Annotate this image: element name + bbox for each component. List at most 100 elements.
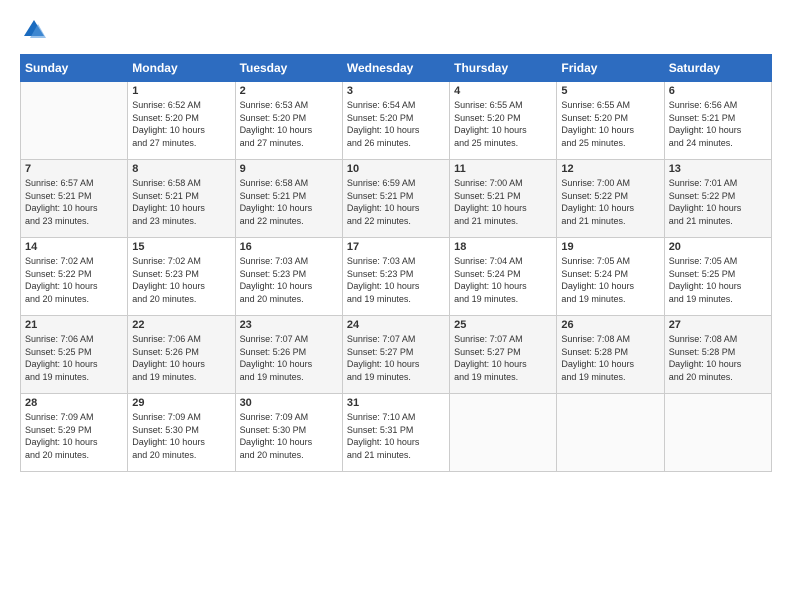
calendar-cell (450, 394, 557, 472)
header-wednesday: Wednesday (342, 55, 449, 82)
day-number: 8 (132, 163, 230, 175)
calendar-cell: 3 Sunrise: 6:54 AM Sunset: 5:20 PM Daylig… (342, 82, 449, 160)
day-number: 2 (240, 85, 338, 97)
header-friday: Friday (557, 55, 664, 82)
page: SundayMondayTuesdayWednesdayThursdayFrid… (0, 0, 792, 612)
calendar-cell: 16 Sunrise: 7:03 AM Sunset: 5:23 PM Dayli… (235, 238, 342, 316)
day-number: 29 (132, 397, 230, 409)
day-info: Sunrise: 6:58 AM Sunset: 5:21 PM Dayligh… (132, 177, 230, 227)
calendar-cell: 11 Sunrise: 7:00 AM Sunset: 5:21 PM Dayli… (450, 160, 557, 238)
day-info: Sunrise: 7:07 AM Sunset: 5:27 PM Dayligh… (454, 333, 552, 383)
day-number: 1 (132, 85, 230, 97)
day-number: 15 (132, 241, 230, 253)
day-number: 23 (240, 319, 338, 331)
header-tuesday: Tuesday (235, 55, 342, 82)
day-info: Sunrise: 7:07 AM Sunset: 5:26 PM Dayligh… (240, 333, 338, 383)
day-number: 7 (25, 163, 123, 175)
calendar-cell (21, 82, 128, 160)
day-info: Sunrise: 7:04 AM Sunset: 5:24 PM Dayligh… (454, 255, 552, 305)
calendar-cell: 6 Sunrise: 6:56 AM Sunset: 5:21 PM Daylig… (664, 82, 771, 160)
calendar-cell: 1 Sunrise: 6:52 AM Sunset: 5:20 PM Daylig… (128, 82, 235, 160)
header-thursday: Thursday (450, 55, 557, 82)
calendar-cell: 8 Sunrise: 6:58 AM Sunset: 5:21 PM Daylig… (128, 160, 235, 238)
day-info: Sunrise: 6:59 AM Sunset: 5:21 PM Dayligh… (347, 177, 445, 227)
calendar-cell: 5Sunrise: 6:55 AM Sunset: 5:20 PM Daylig… (557, 82, 664, 160)
calendar-cell: 22 Sunrise: 7:06 AM Sunset: 5:26 PM Dayli… (128, 316, 235, 394)
calendar-cell: 7Sunrise: 6:57 AM Sunset: 5:21 PM Daylig… (21, 160, 128, 238)
calendar-cell: 12 Sunrise: 7:00 AM Sunset: 5:22 PM Dayli… (557, 160, 664, 238)
logo-icon (20, 16, 48, 44)
day-info: Sunrise: 7:06 AM Sunset: 5:26 PM Dayligh… (132, 333, 230, 383)
day-info: Sunrise: 7:00 AM Sunset: 5:22 PM Dayligh… (561, 177, 659, 227)
day-info: Sunrise: 7:03 AM Sunset: 5:23 PM Dayligh… (240, 255, 338, 305)
day-info: Sunrise: 7:10 AM Sunset: 5:31 PM Dayligh… (347, 411, 445, 461)
day-info: Sunrise: 7:05 AM Sunset: 5:25 PM Dayligh… (669, 255, 767, 305)
calendar-cell (557, 394, 664, 472)
calendar-cell: 23 Sunrise: 7:07 AM Sunset: 5:26 PM Dayli… (235, 316, 342, 394)
calendar-cell: 25 Sunrise: 7:07 AM Sunset: 5:27 PM Dayli… (450, 316, 557, 394)
day-number: 17 (347, 241, 445, 253)
day-number: 20 (669, 241, 767, 253)
calendar-cell: 14 Sunrise: 7:02 AM Sunset: 5:22 PM Dayli… (21, 238, 128, 316)
calendar-week-3: 14 Sunrise: 7:02 AM Sunset: 5:22 PM Dayli… (21, 238, 772, 316)
calendar-week-4: 21 Sunrise: 7:06 AM Sunset: 5:25 PM Dayli… (21, 316, 772, 394)
calendar-week-2: 7Sunrise: 6:57 AM Sunset: 5:21 PM Daylig… (21, 160, 772, 238)
day-info: Sunrise: 6:55 AM Sunset: 5:20 PM Dayligh… (454, 99, 552, 149)
day-number: 25 (454, 319, 552, 331)
day-info: Sunrise: 6:58 AM Sunset: 5:21 PM Dayligh… (240, 177, 338, 227)
calendar-cell: 9 Sunrise: 6:58 AM Sunset: 5:21 PM Daylig… (235, 160, 342, 238)
day-number: 27 (669, 319, 767, 331)
calendar-cell: 26Sunrise: 7:08 AM Sunset: 5:28 PM Dayli… (557, 316, 664, 394)
day-number: 31 (347, 397, 445, 409)
calendar-week-5: 28Sunrise: 7:09 AM Sunset: 5:29 PM Dayli… (21, 394, 772, 472)
calendar-cell: 27 Sunrise: 7:08 AM Sunset: 5:28 PM Dayli… (664, 316, 771, 394)
day-info: Sunrise: 6:54 AM Sunset: 5:20 PM Dayligh… (347, 99, 445, 149)
day-number: 22 (132, 319, 230, 331)
day-info: Sunrise: 7:08 AM Sunset: 5:28 PM Dayligh… (669, 333, 767, 383)
day-number: 30 (240, 397, 338, 409)
calendar-cell: 31 Sunrise: 7:10 AM Sunset: 5:31 PM Dayli… (342, 394, 449, 472)
header (20, 16, 772, 44)
day-number: 14 (25, 241, 123, 253)
calendar-cell: 17 Sunrise: 7:03 AM Sunset: 5:23 PM Dayli… (342, 238, 449, 316)
day-number: 6 (669, 85, 767, 97)
day-number: 11 (454, 163, 552, 175)
calendar-cell: 2 Sunrise: 6:53 AM Sunset: 5:20 PM Daylig… (235, 82, 342, 160)
calendar-cell: 18Sunrise: 7:04 AM Sunset: 5:24 PM Dayli… (450, 238, 557, 316)
calendar-cell: 28Sunrise: 7:09 AM Sunset: 5:29 PM Dayli… (21, 394, 128, 472)
day-info: Sunrise: 7:09 AM Sunset: 5:30 PM Dayligh… (132, 411, 230, 461)
day-info: Sunrise: 6:56 AM Sunset: 5:21 PM Dayligh… (669, 99, 767, 149)
day-info: Sunrise: 7:06 AM Sunset: 5:25 PM Dayligh… (25, 333, 123, 383)
day-number: 19 (561, 241, 659, 253)
calendar-cell: 13 Sunrise: 7:01 AM Sunset: 5:22 PM Dayli… (664, 160, 771, 238)
calendar-header-row: SundayMondayTuesdayWednesdayThursdayFrid… (21, 55, 772, 82)
calendar-cell: 20 Sunrise: 7:05 AM Sunset: 5:25 PM Dayli… (664, 238, 771, 316)
day-info: Sunrise: 7:03 AM Sunset: 5:23 PM Dayligh… (347, 255, 445, 305)
day-info: Sunrise: 7:09 AM Sunset: 5:30 PM Dayligh… (240, 411, 338, 461)
day-info: Sunrise: 7:00 AM Sunset: 5:21 PM Dayligh… (454, 177, 552, 227)
day-number: 3 (347, 85, 445, 97)
day-info: Sunrise: 6:55 AM Sunset: 5:20 PM Dayligh… (561, 99, 659, 149)
calendar-cell: 19 Sunrise: 7:05 AM Sunset: 5:24 PM Dayli… (557, 238, 664, 316)
day-number: 21 (25, 319, 123, 331)
calendar-cell: 10 Sunrise: 6:59 AM Sunset: 5:21 PM Dayli… (342, 160, 449, 238)
header-saturday: Saturday (664, 55, 771, 82)
day-number: 9 (240, 163, 338, 175)
day-info: Sunrise: 7:05 AM Sunset: 5:24 PM Dayligh… (561, 255, 659, 305)
calendar-cell: 21 Sunrise: 7:06 AM Sunset: 5:25 PM Dayli… (21, 316, 128, 394)
calendar-cell (664, 394, 771, 472)
day-number: 16 (240, 241, 338, 253)
day-info: Sunrise: 7:02 AM Sunset: 5:22 PM Dayligh… (25, 255, 123, 305)
day-number: 13 (669, 163, 767, 175)
day-info: Sunrise: 7:07 AM Sunset: 5:27 PM Dayligh… (347, 333, 445, 383)
day-number: 4 (454, 85, 552, 97)
calendar-week-1: 1 Sunrise: 6:52 AM Sunset: 5:20 PM Daylig… (21, 82, 772, 160)
day-number: 10 (347, 163, 445, 175)
day-info: Sunrise: 7:08 AM Sunset: 5:28 PM Dayligh… (561, 333, 659, 383)
day-info: Sunrise: 7:01 AM Sunset: 5:22 PM Dayligh… (669, 177, 767, 227)
day-number: 12 (561, 163, 659, 175)
calendar-cell: 30 Sunrise: 7:09 AM Sunset: 5:30 PM Dayli… (235, 394, 342, 472)
day-info: Sunrise: 6:52 AM Sunset: 5:20 PM Dayligh… (132, 99, 230, 149)
day-info: Sunrise: 6:53 AM Sunset: 5:20 PM Dayligh… (240, 99, 338, 149)
calendar-cell: 15Sunrise: 7:02 AM Sunset: 5:23 PM Dayli… (128, 238, 235, 316)
